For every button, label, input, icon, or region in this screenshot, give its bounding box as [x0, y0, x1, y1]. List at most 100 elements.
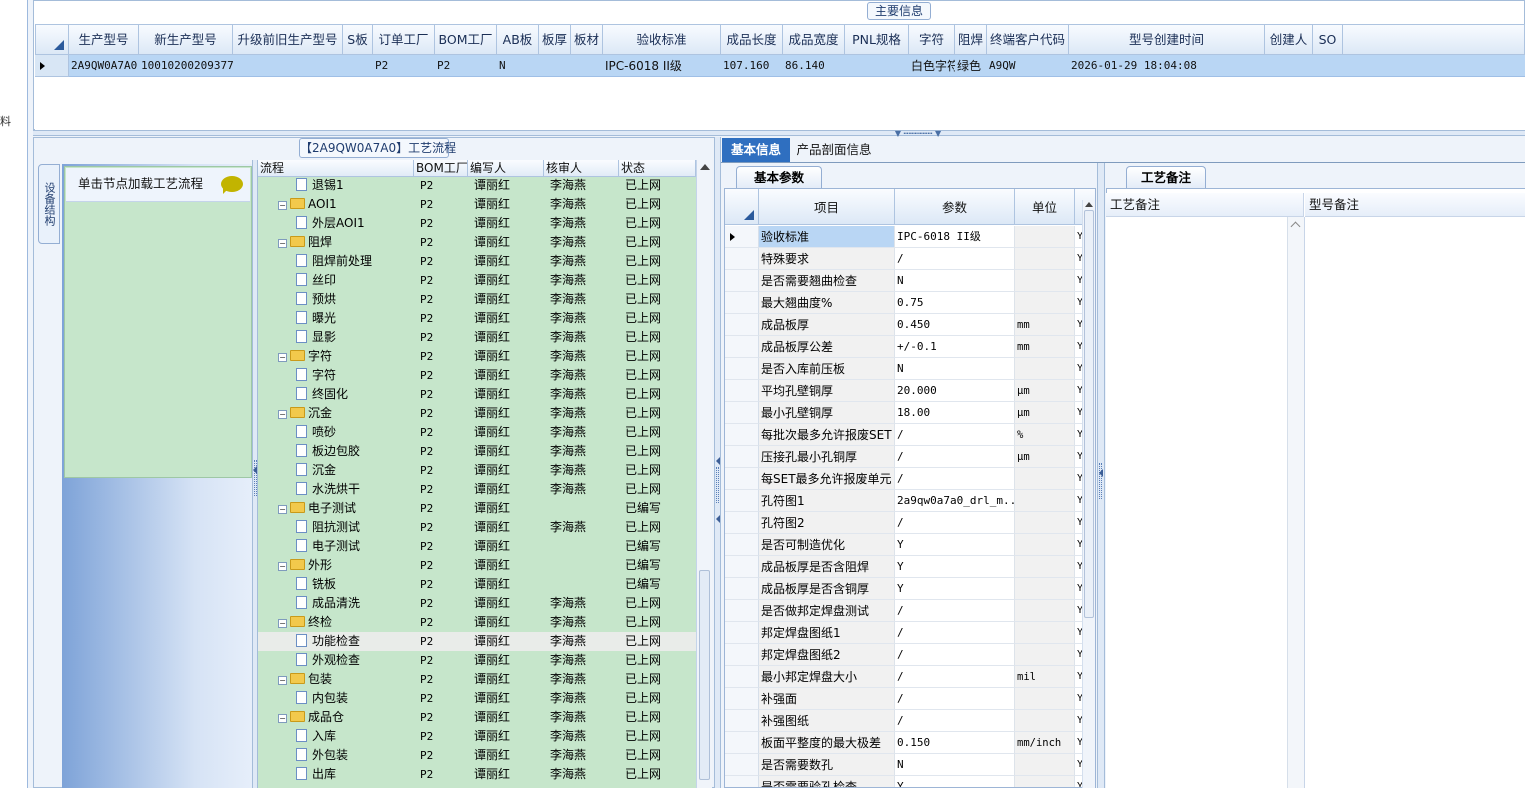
- col-header[interactable]: 型号创建时间: [1069, 24, 1265, 55]
- vertical-splitter-3[interactable]: [1097, 163, 1105, 788]
- col-header[interactable]: SO: [1313, 24, 1343, 55]
- main-info-cell[interactable]: N: [497, 55, 539, 77]
- tree-row[interactable]: 出库 P2 谭丽红 李海燕 已上网: [258, 765, 696, 784]
- row-indicator[interactable]: [725, 292, 759, 314]
- param-value[interactable]: /: [895, 666, 1015, 688]
- param-value[interactable]: /: [895, 688, 1015, 710]
- param-value[interactable]: /: [895, 644, 1015, 666]
- param-row[interactable]: 每批次最多允许报废SET /% Y: [725, 424, 1095, 446]
- row-selector[interactable]: [35, 55, 69, 77]
- param-row[interactable]: 成品板厚 0.450 mm Y: [725, 314, 1095, 336]
- param-row[interactable]: 是否需要翘曲检查 N Y: [725, 270, 1095, 292]
- row-indicator[interactable]: [725, 754, 759, 776]
- tree-col-header[interactable]: 状态: [619, 160, 696, 177]
- row-indicator[interactable]: [725, 248, 759, 270]
- tree-col-header[interactable]: 编写人: [468, 160, 544, 177]
- param-row[interactable]: 孔符图1 2a9qw0a7a0_drl_m... Y: [725, 490, 1095, 512]
- splitter-grip-icon[interactable]: [716, 467, 719, 503]
- main-info-cell[interactable]: A9QW: [987, 55, 1069, 77]
- param-col-header[interactable]: 项目: [759, 189, 895, 225]
- main-info-cell[interactable]: [571, 55, 603, 77]
- tree-row[interactable]: − AOI1 P2 谭丽红 李海燕 已上网: [258, 195, 696, 214]
- param-value[interactable]: N: [895, 754, 1015, 776]
- collapse-icon[interactable]: −: [278, 676, 287, 685]
- tree-row[interactable]: − 电子测试 P2 谭丽红 已编写: [258, 499, 696, 518]
- tree-row[interactable]: 退锡1 P2 谭丽红 李海燕 已上网: [258, 176, 696, 195]
- row-indicator[interactable]: [725, 314, 759, 336]
- param-row[interactable]: 是否可制造优化 Y Y: [725, 534, 1095, 556]
- col-header[interactable]: AB板: [497, 24, 539, 55]
- row-indicator[interactable]: [725, 622, 759, 644]
- tree-row[interactable]: 喷砂 P2 谭丽红 李海燕 已上网: [258, 423, 696, 442]
- tree-col-header[interactable]: 流程: [258, 160, 414, 177]
- tree-row[interactable]: 外包装 P2 谭丽红 李海燕 已上网: [258, 746, 696, 765]
- tree-row[interactable]: − 包装 P2 谭丽红 李海燕 已上网: [258, 670, 696, 689]
- row-indicator[interactable]: [725, 512, 759, 534]
- col-header[interactable]: 订单工厂: [373, 24, 435, 55]
- param-value[interactable]: 2a9qw0a7a0_drl_m...: [895, 490, 1015, 512]
- scroll-up-icon[interactable]: [1085, 202, 1093, 207]
- tree-row[interactable]: 外层AOI1 P2 谭丽红 李海燕 已上网: [258, 214, 696, 233]
- collapse-icon[interactable]: −: [278, 410, 287, 419]
- row-indicator[interactable]: [725, 600, 759, 622]
- tree-row[interactable]: 板边包胶 P2 谭丽红 李海燕 已上网: [258, 442, 696, 461]
- param-row[interactable]: 是否做邦定焊盘测试 / Y: [725, 600, 1095, 622]
- row-indicator[interactable]: [725, 534, 759, 556]
- main-info-cell[interactable]: 白色字符: [909, 55, 955, 77]
- param-row[interactable]: 是否入库前压板 N Y: [725, 358, 1095, 380]
- main-info-cell[interactable]: [539, 55, 571, 77]
- col-header[interactable]: 板材: [571, 24, 603, 55]
- main-info-cell[interactable]: [1265, 55, 1313, 77]
- collapse-left-icon[interactable]: [716, 457, 720, 465]
- tree-row[interactable]: − 字符 P2 谭丽红 李海燕 已上网: [258, 347, 696, 366]
- tree-row[interactable]: 丝印 P2 谭丽红 李海燕 已上网: [258, 271, 696, 290]
- row-indicator[interactable]: [725, 688, 759, 710]
- grid-corner[interactable]: [725, 189, 759, 225]
- tree-row[interactable]: 字符 P2 谭丽红 李海燕 已上网: [258, 366, 696, 385]
- col-header[interactable]: PNL规格: [845, 24, 909, 55]
- tree-row[interactable]: − 沉金 P2 谭丽红 李海燕 已上网: [258, 404, 696, 423]
- tab-product-profile[interactable]: 产品剖面信息: [792, 138, 876, 162]
- tree-row[interactable]: − 终检 P2 谭丽红 李海燕 已上网: [258, 613, 696, 632]
- tree-col-header[interactable]: 核审人: [544, 160, 619, 177]
- col-header[interactable]: 终端客户代码: [987, 24, 1069, 55]
- param-value[interactable]: +/-0.1: [895, 336, 1015, 358]
- row-indicator[interactable]: [725, 468, 759, 490]
- tab-process-notes[interactable]: 工艺备注: [1126, 166, 1206, 188]
- param-row[interactable]: 是否需要验孔检查 Y Y: [725, 776, 1095, 787]
- row-indicator[interactable]: [725, 402, 759, 424]
- param-row[interactable]: 邦定焊盘图纸2/Y: [725, 644, 1095, 666]
- tab-basic-info[interactable]: 基本信息: [722, 138, 790, 162]
- param-value[interactable]: Y: [895, 556, 1015, 578]
- param-col-header[interactable]: 参数: [895, 189, 1015, 225]
- param-value[interactable]: 0.75: [895, 292, 1015, 314]
- main-info-cell[interactable]: 10010200209377: [139, 55, 233, 77]
- param-row[interactable]: 每SET最多允许报废单元 / Y: [725, 468, 1095, 490]
- tree-row[interactable]: 沉金 P2 谭丽红 李海燕 已上网: [258, 461, 696, 480]
- main-info-cell[interactable]: [845, 55, 909, 77]
- model-note-textarea[interactable]: [1306, 217, 1525, 788]
- vertical-splitter-2[interactable]: [714, 137, 721, 788]
- collapse-left-icon[interactable]: [1099, 469, 1103, 477]
- param-value[interactable]: 0.450: [895, 314, 1015, 336]
- tree-row[interactable]: 曝光 P2 谭丽红 李海燕 已上网: [258, 309, 696, 328]
- main-info-cell[interactable]: IPC-6018 II级: [603, 55, 721, 77]
- col-header[interactable]: 创建人: [1265, 24, 1313, 55]
- main-info-cell[interactable]: 2026-01-29 18:04:08: [1069, 55, 1265, 77]
- tree-row[interactable]: − 阻焊 P2 谭丽红 李海燕 已上网: [258, 233, 696, 252]
- col-header[interactable]: 验收标准: [603, 24, 721, 55]
- param-value[interactable]: IPC-6018 II级: [895, 226, 1015, 248]
- param-value[interactable]: N: [895, 358, 1015, 380]
- param-value[interactable]: /: [895, 622, 1015, 644]
- main-info-cell[interactable]: 107.160: [721, 55, 783, 77]
- param-row[interactable]: 特殊要求 / Y: [725, 248, 1095, 270]
- collapse-icon[interactable]: −: [278, 201, 287, 210]
- param-value[interactable]: /: [895, 512, 1015, 534]
- param-row[interactable]: 补强图纸 / Y: [725, 710, 1095, 732]
- side-tab-device-structure[interactable]: 设备结构: [38, 164, 60, 244]
- col-header[interactable]: 板厚: [539, 24, 571, 55]
- scroll-thumb[interactable]: [699, 570, 710, 780]
- scroll-thumb[interactable]: [1084, 210, 1094, 618]
- tree-row[interactable]: 预烘 P2 谭丽红 李海燕 已上网: [258, 290, 696, 309]
- param-row[interactable]: 孔符图2/Y: [725, 512, 1095, 534]
